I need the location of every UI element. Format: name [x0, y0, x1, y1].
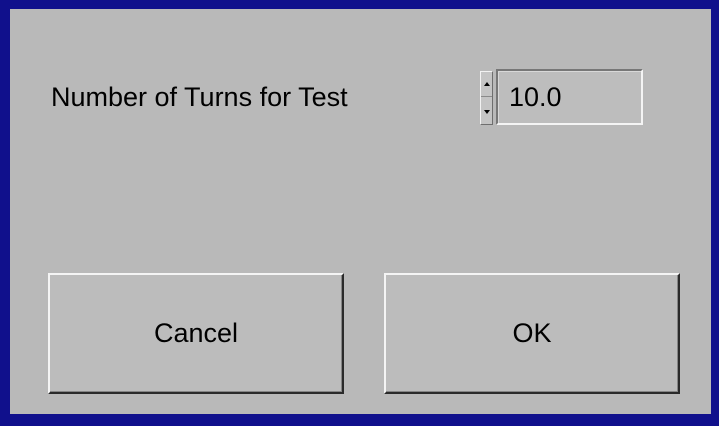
turns-label: Number of Turns for Test: [51, 82, 348, 112]
triangle-up-icon: [483, 82, 490, 86]
dialog-window: Number of Turns for Test 10.0 Cancel OK: [0, 0, 719, 426]
cancel-button[interactable]: Cancel: [48, 273, 344, 394]
spin-up-button[interactable]: [481, 72, 492, 97]
turns-input[interactable]: 10.0: [496, 69, 643, 125]
spin-down-button[interactable]: [481, 99, 492, 124]
triangle-down-icon: [483, 109, 490, 114]
ok-button[interactable]: OK: [384, 273, 680, 394]
turns-spinner[interactable]: [480, 71, 493, 125]
